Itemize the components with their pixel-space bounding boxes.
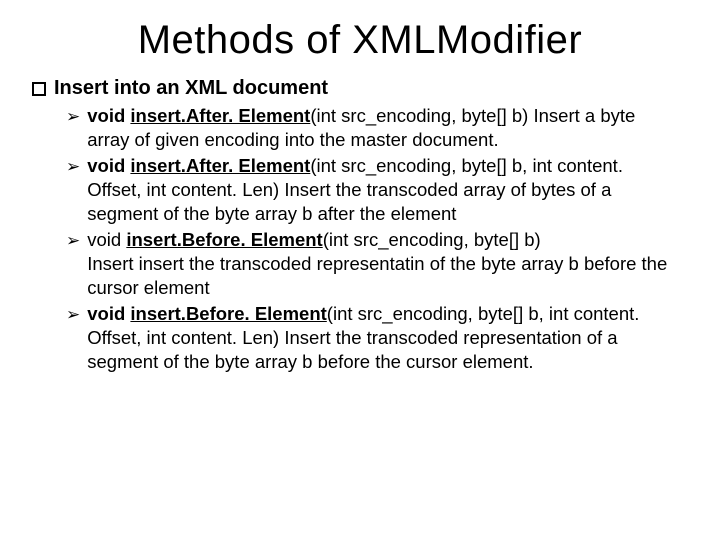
list-item: ➢ void insert.Before. Element(int src_en… bbox=[66, 302, 692, 374]
arrow-icon: ➢ bbox=[66, 105, 80, 129]
signature: (int src_encoding, byte[] b) bbox=[310, 105, 528, 126]
method-name: insert.After. Element bbox=[130, 155, 310, 176]
section-label: Insert into an XML document bbox=[54, 77, 328, 100]
list-item: ➢ void insert.After. Element(int src_enc… bbox=[66, 154, 692, 226]
method-name: insert.Before. Element bbox=[130, 303, 326, 324]
item-body: void insert.Before. Element(int src_enco… bbox=[87, 302, 667, 374]
item-body: void insert.After. Element(int src_encod… bbox=[87, 104, 667, 152]
page-title: Methods of XMLModifier bbox=[28, 18, 692, 63]
description: Insert insert the transcoded representat… bbox=[87, 253, 667, 298]
list-item: ➢ void insert.Before. Element(int src_en… bbox=[66, 228, 692, 300]
slide: Methods of XMLModifier Insert into an XM… bbox=[0, 0, 720, 540]
return-type: void bbox=[87, 155, 130, 176]
signature: (int src_encoding, byte[] b) bbox=[323, 229, 541, 250]
item-body: void insert.Before. Element(int src_enco… bbox=[87, 228, 667, 300]
arrow-icon: ➢ bbox=[66, 303, 80, 327]
item-list: ➢ void insert.After. Element(int src_enc… bbox=[66, 104, 692, 374]
arrow-icon: ➢ bbox=[66, 229, 80, 253]
return-type: void bbox=[87, 303, 130, 324]
method-name: insert.After. Element bbox=[130, 105, 310, 126]
section-row: Insert into an XML document bbox=[32, 77, 692, 100]
return-type: void bbox=[87, 105, 130, 126]
return-type: void bbox=[87, 229, 126, 250]
method-name: insert.Before. Element bbox=[126, 229, 322, 250]
square-bullet-icon bbox=[32, 82, 46, 96]
item-body: void insert.After. Element(int src_encod… bbox=[87, 154, 667, 226]
list-item: ➢ void insert.After. Element(int src_enc… bbox=[66, 104, 692, 152]
arrow-icon: ➢ bbox=[66, 155, 80, 179]
